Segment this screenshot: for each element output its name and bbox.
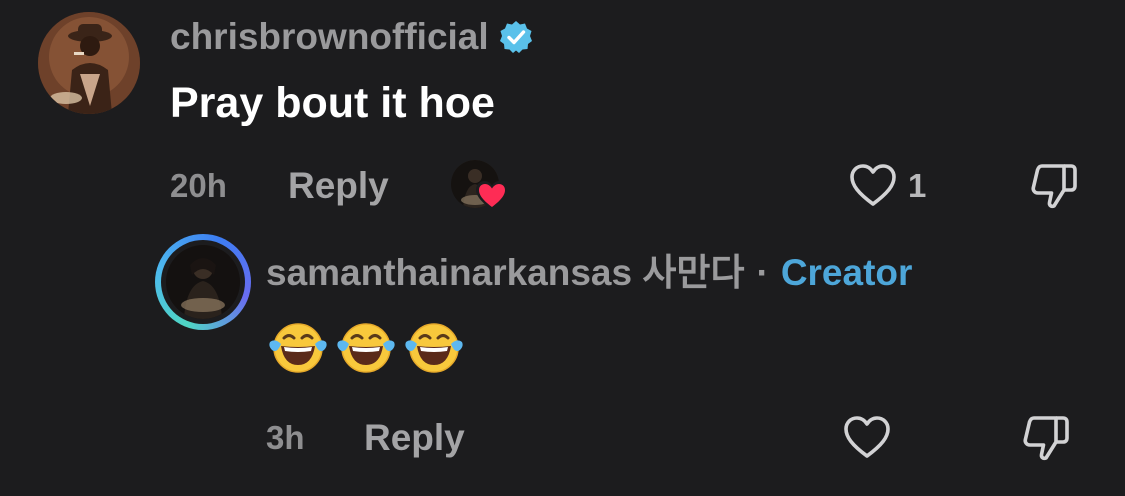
comment-text: Pray bout it hoe: [170, 79, 495, 127]
creator-avatar[interactable]: [166, 245, 240, 319]
reply-comment-text: [268, 318, 464, 378]
reply-like-heart-icon[interactable]: [842, 414, 892, 460]
reply-timestamp: 3h: [266, 419, 305, 456]
comment-timestamp: 20h: [170, 167, 227, 204]
laughing-tears-emoji-icon: [404, 318, 464, 378]
creator-liked-heart-icon: [474, 178, 510, 214]
creator-badge: Creator: [780, 252, 913, 293]
creator-username-row: samanthainarkansas 사만다 · Creator: [266, 254, 912, 291]
separator-dot: ·: [756, 252, 769, 293]
reply-button[interactable]: Reply: [288, 167, 389, 204]
like-heart-icon[interactable]: [848, 162, 898, 208]
laughing-tears-emoji-icon: [336, 318, 396, 378]
creator-username[interactable]: samanthainarkansas 사만다: [266, 254, 744, 291]
like-count: 1: [908, 167, 927, 204]
commenter-username-row: chrisbrownofficial: [170, 18, 533, 55]
commenter-username[interactable]: chrisbrownofficial: [170, 18, 489, 55]
laughing-tears-emoji-icon: [268, 318, 328, 378]
reply-dislike-thumbs-down-icon[interactable]: [1020, 412, 1072, 464]
verified-badge-icon: [499, 20, 533, 54]
dislike-thumbs-down-icon[interactable]: [1028, 160, 1080, 212]
reply-to-reply-button[interactable]: Reply: [364, 419, 465, 456]
commenter-avatar[interactable]: [38, 12, 140, 114]
